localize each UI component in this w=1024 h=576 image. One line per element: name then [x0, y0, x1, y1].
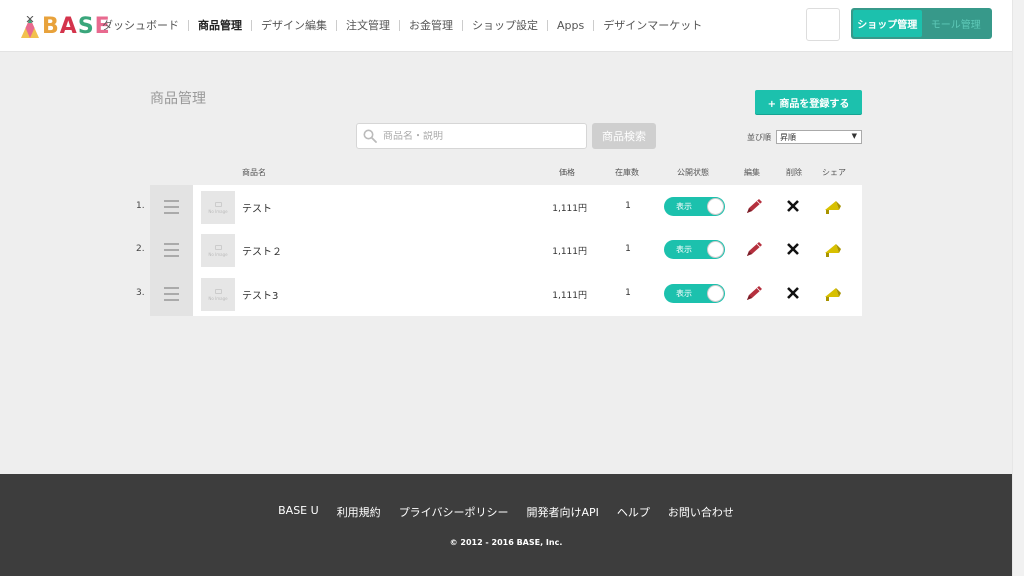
product-price: 1,111円 [552, 204, 587, 214]
toggle-label: 表示 [676, 289, 692, 298]
add-item-button[interactable]: + 商品を登録する [755, 90, 862, 114]
nav-shop-settings[interactable]: ショップ設定 [463, 17, 547, 33]
visibility-toggle[interactable]: 表示 [664, 240, 725, 259]
x-icon[interactable] [786, 242, 800, 256]
product-stock: 1 [625, 288, 631, 298]
col-header-share: シェア [822, 168, 846, 177]
pencil-icon[interactable] [744, 198, 764, 216]
footer-link-privacy[interactable]: プライバシーポリシー [399, 504, 509, 520]
page-title: 商品管理 [150, 91, 206, 107]
pencil-icon[interactable] [744, 285, 764, 303]
logo-text: BASE [42, 14, 111, 39]
mall-admin-tab[interactable]: モール管理 [922, 10, 991, 37]
col-header-price: 価格 [559, 168, 575, 177]
base-logo[interactable]: BASE [20, 12, 111, 40]
nav-dashboard[interactable]: ダッシュボード [102, 17, 188, 33]
footer-link-terms[interactable]: 利用規約 [337, 504, 381, 520]
scrollbar[interactable] [1012, 0, 1024, 576]
footer-link-developer-api[interactable]: 開発者向けAPI [526, 504, 598, 520]
search-icon [363, 129, 377, 143]
no-image-label: No Image [208, 295, 228, 301]
visibility-toggle[interactable]: 表示 [664, 197, 725, 216]
drag-handle-icon[interactable] [150, 228, 193, 272]
product-thumbnail[interactable]: No Image [201, 234, 235, 267]
sort-label: 並び順 [747, 133, 771, 142]
dropdown-arrow-icon: ▼ [851, 132, 857, 140]
search-button[interactable]: 商品検索 [592, 123, 656, 149]
product-stock: 1 [625, 201, 631, 211]
product-thumbnail[interactable]: No Image [201, 278, 235, 311]
x-icon[interactable] [786, 286, 800, 300]
copyright: © 2012 - 2016 BASE, Inc. [449, 538, 563, 547]
toggle-knob [707, 285, 724, 302]
header-blank-button[interactable] [806, 8, 840, 41]
shop-admin-tab[interactable]: ショップ管理 [853, 10, 922, 37]
nav-orders[interactable]: 注文管理 [337, 17, 399, 33]
sort-select[interactable]: 昇順 ▼ [776, 130, 862, 144]
product-stock: 1 [625, 244, 631, 254]
product-name[interactable]: テスト [242, 200, 272, 215]
toggle-label: 表示 [676, 202, 692, 211]
camera-icon [214, 288, 222, 294]
drag-handle-icon[interactable] [150, 185, 193, 229]
sort-value: 昇順 [780, 132, 796, 142]
col-header-status: 公開状態 [677, 168, 709, 177]
product-price: 1,111円 [552, 247, 587, 257]
footer-links: BASE U 利用規約 プライバシーポリシー 開発者向けAPI ヘルプ お問い合… [0, 504, 1012, 520]
search-field[interactable] [356, 123, 587, 149]
nav-apps[interactable]: Apps [548, 19, 593, 32]
col-header-stock: 在庫数 [615, 168, 639, 177]
footer-link-contact[interactable]: お問い合わせ [668, 504, 734, 520]
nav-items[interactable]: 商品管理 [189, 17, 251, 33]
megaphone-icon[interactable] [823, 241, 845, 259]
search-input[interactable] [383, 130, 573, 142]
table-row: 1. No Image テスト 1,111円 1 表示 [136, 185, 862, 229]
no-image-label: No Image [208, 208, 228, 214]
footer-link-base-u[interactable]: BASE U [278, 504, 319, 520]
product-price: 1,111円 [552, 291, 587, 301]
product-thumbnail[interactable]: No Image [201, 191, 235, 224]
product-name[interactable]: テスト２ [242, 243, 282, 258]
row-number: 3. [136, 288, 145, 298]
no-image-label: No Image [208, 251, 228, 257]
table-row: 2. No Image テスト２ 1,111円 1 表示 [136, 228, 862, 272]
main-nav: ダッシュボード 商品管理 デザイン編集 注文管理 お金管理 ショップ設定 App… [102, 17, 711, 33]
tent-logo-icon [21, 16, 39, 38]
product-name[interactable]: テスト3 [242, 287, 278, 302]
row-number: 1. [136, 201, 145, 211]
toggle-label: 表示 [676, 245, 692, 254]
pencil-icon[interactable] [744, 241, 764, 259]
row-number: 2. [136, 244, 145, 254]
nav-design[interactable]: デザイン編集 [252, 17, 336, 33]
toggle-knob [707, 198, 724, 215]
col-header-edit: 編集 [744, 168, 760, 177]
header: BASE ダッシュボード 商品管理 デザイン編集 注文管理 お金管理 ショップ設… [0, 0, 1012, 52]
col-header-delete: 削除 [786, 168, 802, 177]
megaphone-icon[interactable] [823, 198, 845, 216]
megaphone-icon[interactable] [823, 285, 845, 303]
camera-icon [214, 201, 222, 207]
x-icon[interactable] [786, 199, 800, 213]
table-row: 3. No Image テスト3 1,111円 1 表示 [136, 272, 862, 316]
footer: BASE U 利用規約 プライバシーポリシー 開発者向けAPI ヘルプ お問い合… [0, 474, 1012, 576]
col-header-name: 商品名 [242, 168, 266, 177]
visibility-toggle[interactable]: 表示 [664, 284, 725, 303]
footer-link-help[interactable]: ヘルプ [617, 504, 650, 520]
nav-design-market[interactable]: デザインマーケット [594, 17, 711, 33]
toggle-knob [707, 241, 724, 258]
nav-money[interactable]: お金管理 [400, 17, 462, 33]
camera-icon [214, 244, 222, 250]
drag-handle-icon[interactable] [150, 272, 193, 316]
mode-switch: ショップ管理 モール管理 [851, 8, 992, 39]
